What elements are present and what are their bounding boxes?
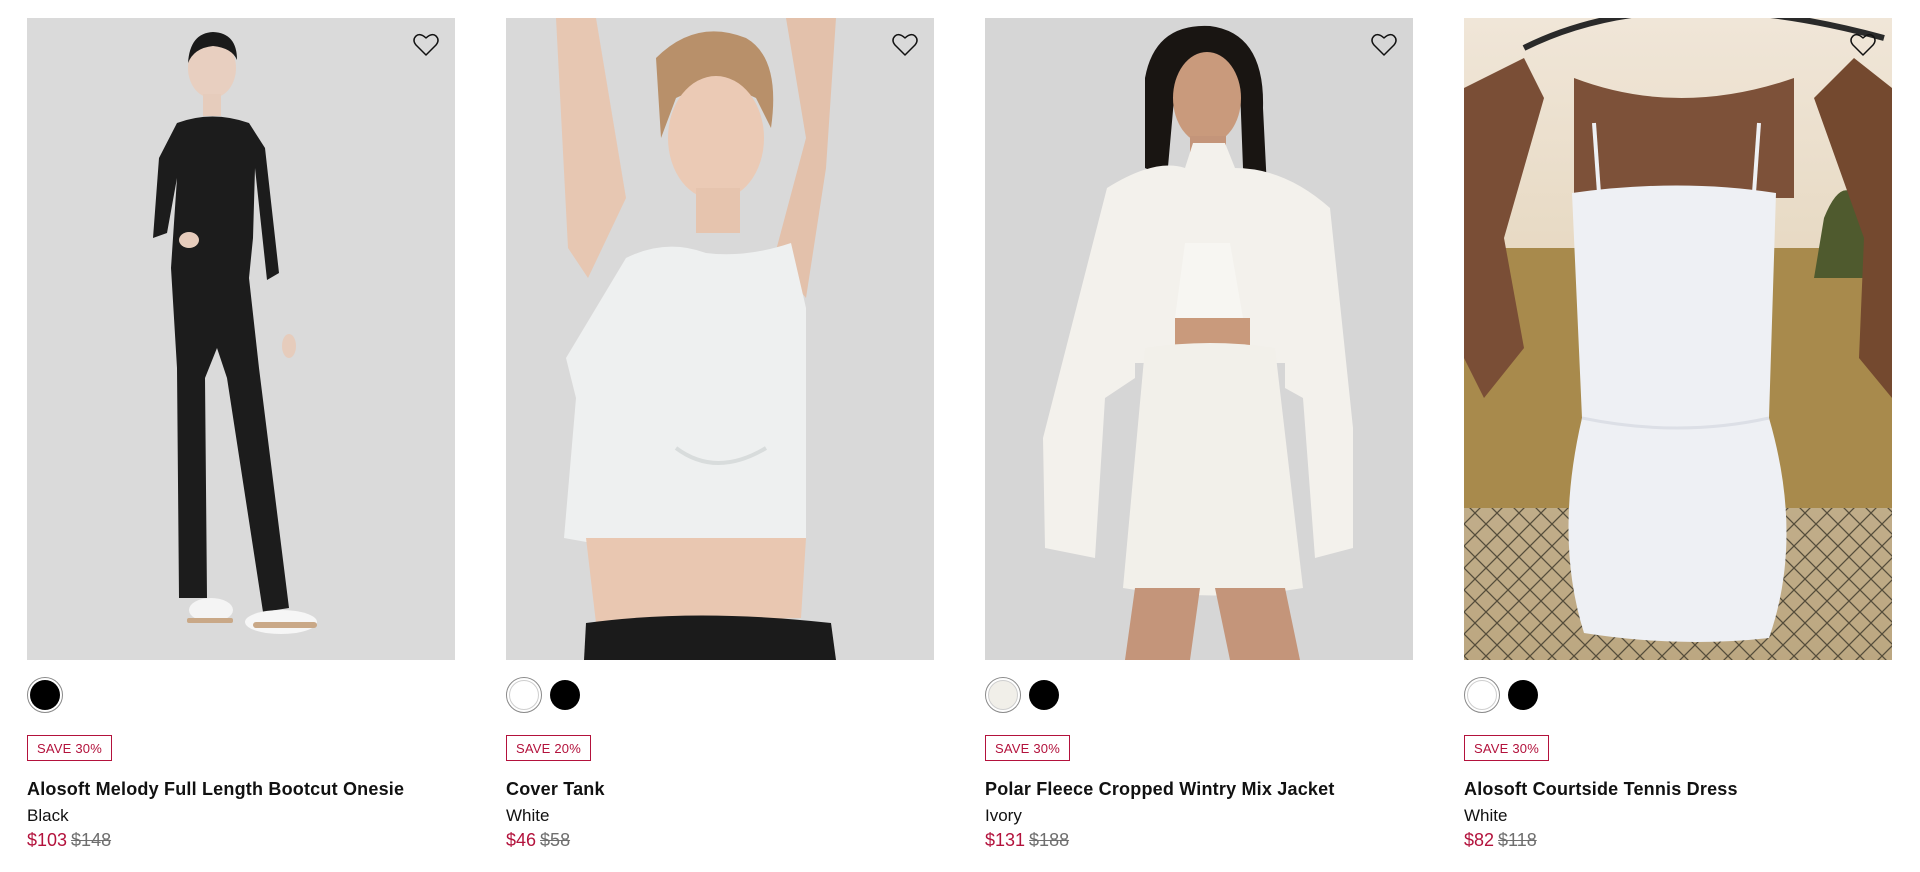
product-image[interactable] bbox=[1464, 18, 1892, 660]
original-price: $188 bbox=[1029, 830, 1070, 850]
wishlist-button[interactable] bbox=[890, 32, 920, 62]
color-swatches bbox=[1464, 676, 1892, 714]
swatch-fill bbox=[550, 680, 580, 710]
product-photo bbox=[1464, 18, 1892, 660]
swatch-fill bbox=[1029, 680, 1059, 710]
price-block: $82 $118 bbox=[1464, 830, 1892, 851]
product-name[interactable]: Cover Tank bbox=[506, 779, 934, 800]
heart-icon bbox=[413, 33, 439, 62]
swatch-fill bbox=[1467, 680, 1497, 710]
sale-price: $103 bbox=[27, 830, 68, 850]
product-image[interactable] bbox=[506, 18, 934, 660]
price-block: $131 $188 bbox=[985, 830, 1413, 851]
swatch-black[interactable] bbox=[1026, 677, 1062, 713]
product-card[interactable]: SAVE 20% Cover Tank White $46 $58 bbox=[506, 18, 934, 851]
product-image[interactable] bbox=[985, 18, 1413, 660]
discount-badge: SAVE 30% bbox=[1464, 735, 1549, 761]
product-photo bbox=[506, 18, 934, 660]
discount-badge: SAVE 30% bbox=[27, 735, 112, 761]
discount-badge: SAVE 30% bbox=[985, 735, 1070, 761]
price-block: $46 $58 bbox=[506, 830, 934, 851]
wishlist-button[interactable] bbox=[1369, 32, 1399, 62]
swatch-black[interactable] bbox=[27, 677, 63, 713]
original-price: $58 bbox=[540, 830, 571, 850]
swatch-ivory[interactable] bbox=[985, 677, 1021, 713]
heart-icon bbox=[1850, 33, 1876, 62]
price-block: $103 $148 bbox=[27, 830, 455, 851]
swatch-fill bbox=[1508, 680, 1538, 710]
discount-badge: SAVE 20% bbox=[506, 735, 591, 761]
product-color: White bbox=[1464, 806, 1508, 825]
product-color: Black bbox=[27, 806, 69, 825]
heart-icon bbox=[1371, 33, 1397, 62]
original-price: $148 bbox=[71, 830, 112, 850]
wishlist-button[interactable] bbox=[1848, 32, 1878, 62]
swatch-fill bbox=[30, 680, 60, 710]
product-name[interactable]: Alosoft Melody Full Length Bootcut Onesi… bbox=[27, 779, 455, 800]
wishlist-button[interactable] bbox=[411, 32, 441, 62]
sale-price: $46 bbox=[506, 830, 537, 850]
swatch-white[interactable] bbox=[1464, 677, 1500, 713]
product-color: Ivory bbox=[985, 806, 1022, 825]
product-color: White bbox=[506, 806, 550, 825]
product-image[interactable] bbox=[27, 18, 455, 660]
product-name[interactable]: Alosoft Courtside Tennis Dress bbox=[1464, 779, 1892, 800]
color-swatches bbox=[985, 676, 1413, 714]
product-grid: SAVE 30% Alosoft Melody Full Length Boot… bbox=[27, 18, 1892, 851]
product-card[interactable]: SAVE 30% Alosoft Melody Full Length Boot… bbox=[27, 18, 455, 851]
product-card[interactable]: SAVE 30% Alosoft Courtside Tennis Dress … bbox=[1464, 18, 1892, 851]
swatch-fill bbox=[509, 680, 539, 710]
swatch-fill bbox=[988, 680, 1018, 710]
sale-price: $82 bbox=[1464, 830, 1495, 850]
sale-price: $131 bbox=[985, 830, 1026, 850]
color-swatches bbox=[27, 676, 455, 714]
product-photo bbox=[27, 18, 455, 660]
swatch-black[interactable] bbox=[1505, 677, 1541, 713]
original-price: $118 bbox=[1498, 830, 1537, 850]
product-photo bbox=[985, 18, 1413, 660]
color-swatches bbox=[506, 676, 934, 714]
swatch-black[interactable] bbox=[547, 677, 583, 713]
product-name[interactable]: Polar Fleece Cropped Wintry Mix Jacket bbox=[985, 779, 1413, 800]
product-card[interactable]: SAVE 30% Polar Fleece Cropped Wintry Mix… bbox=[985, 18, 1413, 851]
swatch-white[interactable] bbox=[506, 677, 542, 713]
heart-icon bbox=[892, 33, 918, 62]
